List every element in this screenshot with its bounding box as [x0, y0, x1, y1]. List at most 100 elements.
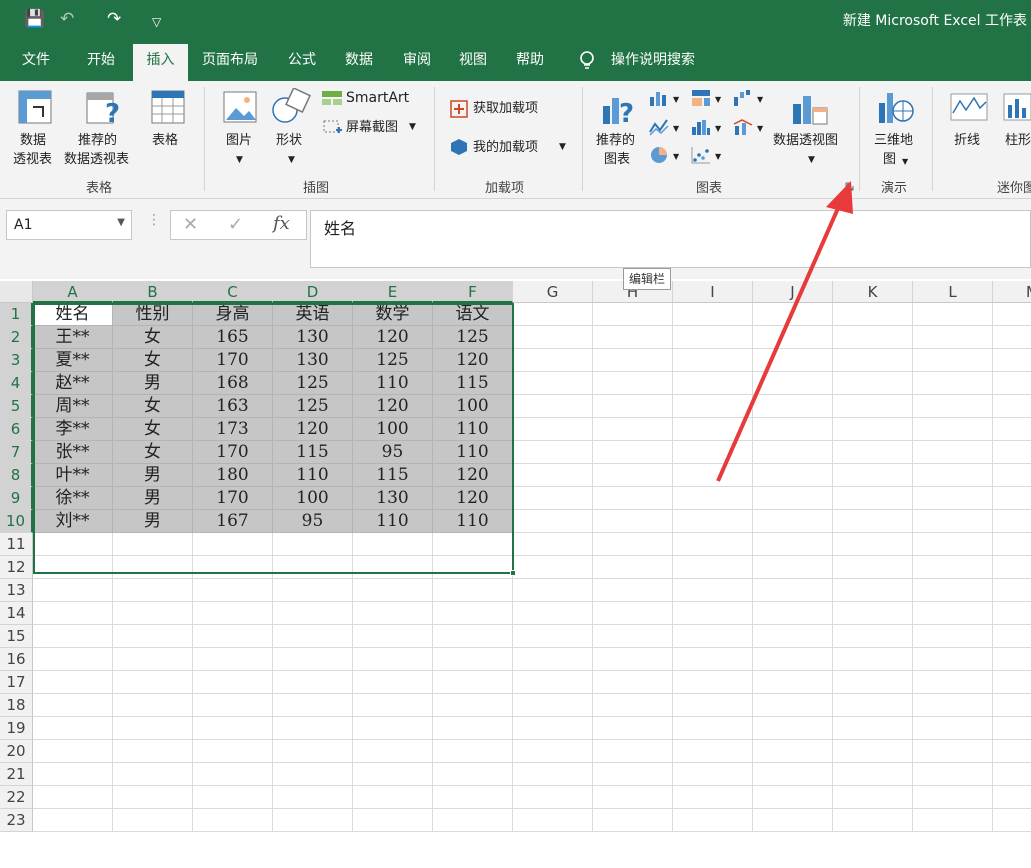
table-cell[interactable]	[433, 786, 513, 809]
table-cell[interactable]	[673, 303, 753, 326]
table-cell[interactable]	[833, 395, 913, 418]
table-cell[interactable]	[33, 533, 113, 556]
table-cell[interactable]	[593, 372, 673, 395]
table-cell[interactable]	[193, 763, 273, 786]
table-cell[interactable]: 女	[113, 395, 193, 418]
table-cell[interactable]	[273, 694, 353, 717]
column-header-d[interactable]: D	[273, 281, 353, 303]
table-cell[interactable]: 周**	[33, 395, 113, 418]
table-cell[interactable]	[753, 556, 833, 579]
table-cell[interactable]	[513, 510, 593, 533]
table-cell[interactable]	[753, 441, 833, 464]
recommended-pivot-label-2[interactable]: 数据透视表	[64, 150, 129, 169]
customize-toolbar-icon[interactable]: ▽	[152, 12, 161, 32]
table-cell[interactable]	[513, 763, 593, 786]
column-header-j[interactable]: J	[753, 281, 833, 303]
table-cell[interactable]: 100	[353, 418, 433, 441]
name-box[interactable]: A1 ▼	[6, 210, 132, 240]
table-cell[interactable]	[993, 809, 1031, 832]
table-cell[interactable]	[113, 556, 193, 579]
table-cell[interactable]	[513, 418, 593, 441]
table-cell[interactable]	[193, 786, 273, 809]
table-cell[interactable]	[833, 510, 913, 533]
enter-icon[interactable]: ✓	[228, 214, 243, 235]
row-header[interactable]: 8	[0, 464, 33, 487]
table-cell[interactable]	[513, 487, 593, 510]
table-cell[interactable]	[433, 625, 513, 648]
table-cell[interactable]	[273, 671, 353, 694]
table-label[interactable]: 表格	[152, 131, 178, 150]
table-cell[interactable]	[33, 786, 113, 809]
table-cell[interactable]	[913, 326, 993, 349]
table-cell[interactable]	[913, 487, 993, 510]
table-cell[interactable]	[913, 464, 993, 487]
header-cell[interactable]: 性别	[113, 303, 193, 326]
table-cell[interactable]	[513, 556, 593, 579]
table-cell[interactable]	[193, 602, 273, 625]
table-cell[interactable]	[913, 533, 993, 556]
table-cell[interactable]	[513, 786, 593, 809]
table-cell[interactable]: 170	[193, 487, 273, 510]
table-cell[interactable]: 男	[113, 487, 193, 510]
table-cell[interactable]	[433, 694, 513, 717]
save-icon[interactable]: 💾	[24, 9, 45, 29]
table-cell[interactable]	[353, 694, 433, 717]
table-cell[interactable]: 赵**	[33, 372, 113, 395]
tab-data[interactable]: 数据	[345, 49, 373, 71]
table-cell[interactable]	[753, 694, 833, 717]
table-cell[interactable]	[593, 579, 673, 602]
table-cell[interactable]: 125	[273, 395, 353, 418]
table-cell[interactable]: 120	[433, 464, 513, 487]
table-cell[interactable]	[673, 809, 753, 832]
table-cell[interactable]	[593, 671, 673, 694]
table-cell[interactable]	[353, 740, 433, 763]
table-cell[interactable]	[513, 694, 593, 717]
table-cell[interactable]	[673, 349, 753, 372]
picture-dropdown-icon[interactable]: ▼	[236, 151, 243, 170]
table-cell[interactable]	[913, 418, 993, 441]
table-cell[interactable]	[833, 418, 913, 441]
header-cell[interactable]: 数学	[353, 303, 433, 326]
table-cell[interactable]	[513, 326, 593, 349]
table-cell[interactable]	[673, 510, 753, 533]
table-cell[interactable]	[113, 786, 193, 809]
table-cell[interactable]	[433, 533, 513, 556]
table-cell[interactable]	[273, 763, 353, 786]
table-cell[interactable]: 王**	[33, 326, 113, 349]
column-header-m[interactable]: M	[993, 281, 1031, 303]
table-cell[interactable]	[113, 533, 193, 556]
header-cell[interactable]: 英语	[273, 303, 353, 326]
table-cell[interactable]	[193, 809, 273, 832]
waterfall-chart-icon[interactable]	[733, 89, 753, 107]
table-cell[interactable]	[833, 349, 913, 372]
table-cell[interactable]	[833, 763, 913, 786]
table-cell[interactable]	[273, 533, 353, 556]
table-cell[interactable]	[593, 763, 673, 786]
row-header[interactable]: 11	[0, 533, 33, 556]
row-header[interactable]: 21	[0, 763, 33, 786]
table-cell[interactable]	[673, 487, 753, 510]
smartart-label[interactable]: SmartArt	[346, 89, 409, 108]
table-cell[interactable]: 110	[433, 510, 513, 533]
table-cell[interactable]: 168	[193, 372, 273, 395]
table-cell[interactable]: 叶**	[33, 464, 113, 487]
table-cell[interactable]	[353, 625, 433, 648]
combo-chart-icon[interactable]	[733, 118, 753, 136]
table-cell[interactable]	[673, 763, 753, 786]
table-cell[interactable]	[433, 579, 513, 602]
column-header-k[interactable]: K	[833, 281, 913, 303]
table-cell[interactable]	[833, 717, 913, 740]
scatter-chart-icon[interactable]	[691, 146, 711, 164]
table-cell[interactable]	[593, 694, 673, 717]
table-cell[interactable]	[593, 326, 673, 349]
column-header-c[interactable]: C	[193, 281, 273, 303]
table-cell[interactable]	[833, 694, 913, 717]
table-cell[interactable]	[33, 763, 113, 786]
table-cell[interactable]	[33, 625, 113, 648]
hierarchy-chart-icon[interactable]	[691, 89, 711, 107]
table-cell[interactable]	[593, 487, 673, 510]
table-cell[interactable]	[513, 579, 593, 602]
table-cell[interactable]	[673, 602, 753, 625]
table-cell[interactable]	[913, 740, 993, 763]
column-header-g[interactable]: G	[513, 281, 593, 303]
